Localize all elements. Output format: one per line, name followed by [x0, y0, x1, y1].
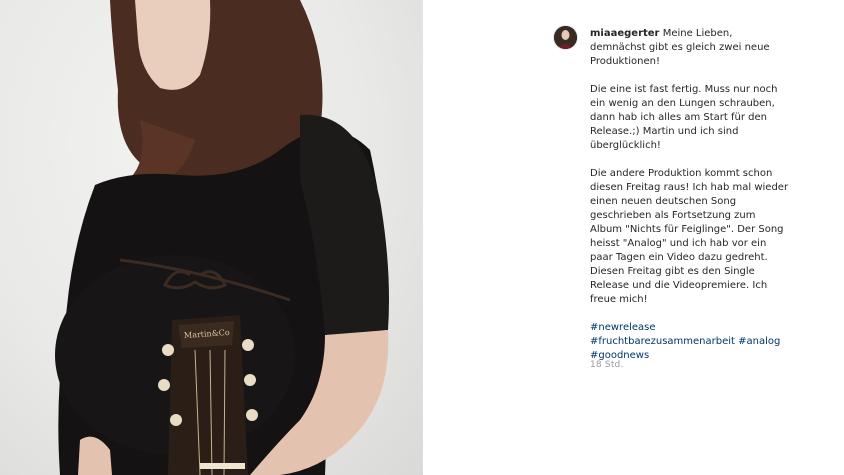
caption-paragraph-3: Die andere Produktion kommt schon diesen… — [590, 168, 789, 305]
hashtag-link[interactable]: #fruchtbarezusammenarbeit — [590, 336, 735, 347]
post-photo[interactable]: Martin&Co — [0, 0, 423, 475]
hashtag-link[interactable]: #newrelease — [590, 322, 656, 333]
caption-paragraph-2: Die eine ist fast fertig. Muss nur noch … — [590, 84, 778, 151]
hashtag-list: #newrelease #fruchtbarezusammenarbeit #a… — [590, 321, 790, 363]
post-timestamp: 18 Std. — [590, 360, 624, 370]
username-link[interactable]: miaaegerter — [590, 28, 660, 39]
hashtag-link[interactable]: #analog — [738, 336, 780, 347]
user-avatar[interactable] — [553, 25, 578, 50]
avatar-icon — [554, 26, 577, 49]
photo-illustration: Martin&Co — [55, 0, 389, 475]
post-caption: miaaegerter Meine Lieben, demnächst gibt… — [590, 27, 790, 363]
